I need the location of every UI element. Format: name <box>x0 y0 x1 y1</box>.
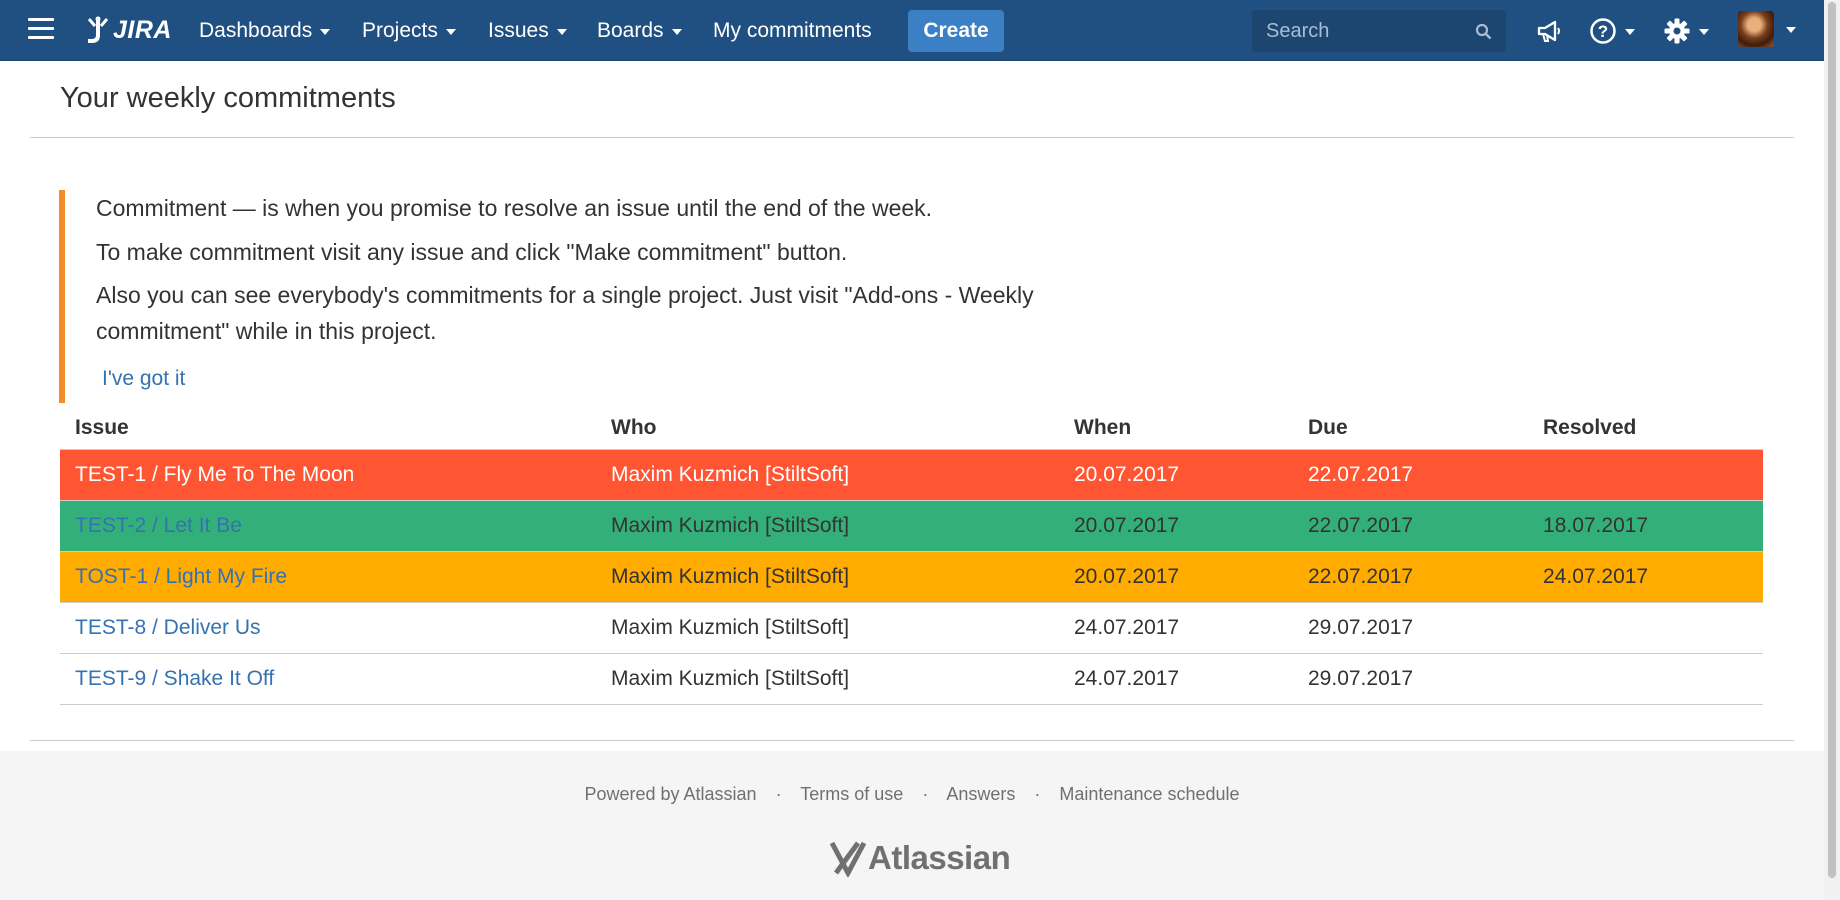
due-cell: 22.07.2017 <box>1293 500 1528 552</box>
help-icon: ? <box>1590 18 1616 44</box>
gear-icon <box>1664 18 1690 44</box>
column-header-who: Who <box>596 407 1059 450</box>
info-line-2: To make commitment visit any issue and c… <box>96 239 848 265</box>
chevron-down-icon <box>1625 29 1635 35</box>
avatar <box>1738 11 1774 47</box>
when-cell: 20.07.2017 <box>1059 449 1293 501</box>
page-title: Your weekly commitments <box>60 82 396 114</box>
issue-link[interactable]: TEST-2 / Let It Be <box>75 514 242 537</box>
when-cell: 20.07.2017 <box>1059 500 1293 552</box>
nav-boards-label: Boards <box>597 18 664 42</box>
nav-my-commitments[interactable]: My commitments <box>713 0 872 61</box>
footer-separator: · <box>775 784 782 804</box>
create-button[interactable]: Create <box>908 10 1004 52</box>
table-row: TOST-1 / Light My Fire Maxim Kuzmich [St… <box>60 551 1763 603</box>
nav-dashboards-label: Dashboards <box>199 18 313 42</box>
who-cell: Maxim Kuzmich [StiltSoft] <box>596 449 1059 501</box>
column-header-when: When <box>1059 407 1293 450</box>
issue-link[interactable]: TOST-1 / Light My Fire <box>75 565 287 588</box>
scrollbar-thumb[interactable] <box>1828 2 1836 878</box>
issue-cell: TOST-1 / Light My Fire <box>60 551 596 603</box>
chevron-down-icon <box>671 28 682 35</box>
nav-issues[interactable]: Issues <box>488 0 567 61</box>
jira-logo[interactable]: JIRA <box>85 13 172 47</box>
divider <box>30 740 1794 741</box>
table-header-row: Issue Who When Due Resolved <box>60 407 1763 450</box>
info-message: Commitment — is when you promise to reso… <box>59 190 1159 403</box>
nav-boards[interactable]: Boards <box>597 0 682 61</box>
table-row: TEST-1 / Fly Me To The Moon Maxim Kuzmic… <box>60 449 1763 501</box>
commitments-table: Issue Who When Due Resolved TEST-1 / Fly… <box>60 407 1763 705</box>
footer-separator: · <box>922 784 929 804</box>
resolved-cell: 18.07.2017 <box>1528 500 1763 552</box>
megaphone-icon <box>1537 20 1560 42</box>
footer-link-maintenance[interactable]: Maintenance schedule <box>1059 784 1239 804</box>
vertical-scrollbar[interactable] <box>1824 0 1840 900</box>
footer-link-terms[interactable]: Terms of use <box>800 784 903 804</box>
user-menu[interactable] <box>1738 11 1796 47</box>
dismiss-link[interactable]: I've got it <box>102 367 185 391</box>
footer-link-powered-by[interactable]: Powered by Atlassian <box>584 784 756 804</box>
chevron-down-icon <box>556 28 567 35</box>
atlassian-logo[interactable]: Atlassian <box>828 839 1011 877</box>
search-icon[interactable] <box>1475 23 1492 40</box>
issue-cell: TEST-8 / Deliver Us <box>60 602 596 654</box>
when-cell: 24.07.2017 <box>1059 602 1293 654</box>
svg-text:?: ? <box>1598 22 1608 41</box>
issue-cell: TEST-2 / Let It Be <box>60 500 596 552</box>
due-cell: 22.07.2017 <box>1293 449 1528 501</box>
when-cell: 24.07.2017 <box>1059 653 1293 705</box>
atlassian-logo-icon <box>829 841 867 877</box>
resolved-cell <box>1528 449 1763 501</box>
column-header-due: Due <box>1293 407 1528 450</box>
footer-links: Powered by Atlassian · Terms of use · An… <box>0 784 1824 805</box>
table-row: TEST-8 / Deliver Us Maxim Kuzmich [Stilt… <box>60 602 1763 654</box>
due-cell: 22.07.2017 <box>1293 551 1528 603</box>
issue-link[interactable]: TEST-9 / Shake It Off <box>75 667 274 690</box>
due-cell: 29.07.2017 <box>1293 653 1528 705</box>
when-cell: 20.07.2017 <box>1059 551 1293 603</box>
info-line-1: Commitment — is when you promise to reso… <box>96 195 933 221</box>
issue-link[interactable]: TEST-8 / Deliver Us <box>75 616 261 639</box>
nav-issues-label: Issues <box>488 18 549 42</box>
who-cell: Maxim Kuzmich [StiltSoft] <box>596 602 1059 654</box>
chevron-down-icon <box>445 28 456 35</box>
divider <box>30 137 1794 138</box>
chevron-down-icon <box>1699 29 1709 35</box>
nav-projects[interactable]: Projects <box>362 0 456 61</box>
settings-menu[interactable] <box>1663 14 1709 48</box>
chevron-down-icon <box>1786 27 1796 33</box>
footer: Powered by Atlassian · Terms of use · An… <box>0 751 1824 900</box>
due-cell: 29.07.2017 <box>1293 602 1528 654</box>
resolved-cell <box>1528 653 1763 705</box>
issue-cell: TEST-1 / Fly Me To The Moon <box>60 449 596 501</box>
table-row: TEST-2 / Let It Be Maxim Kuzmich [StiltS… <box>60 500 1763 552</box>
logo-text: JIRA <box>113 15 172 44</box>
nav-projects-label: Projects <box>362 18 438 42</box>
search-input[interactable]: Search <box>1252 10 1506 52</box>
column-header-resolved: Resolved <box>1528 407 1763 450</box>
who-cell: Maxim Kuzmich [StiltSoft] <box>596 551 1059 603</box>
footer-separator: · <box>1034 784 1041 804</box>
search-placeholder: Search <box>1266 19 1330 42</box>
resolved-cell: 24.07.2017 <box>1528 551 1763 603</box>
issue-cell: TEST-9 / Shake It Off <box>60 653 596 705</box>
top-navigation-bar: JIRA Dashboards Projects Issues Boards M… <box>0 0 1824 61</box>
notifications-button[interactable] <box>1536 14 1562 48</box>
nav-my-commitments-label: My commitments <box>713 18 872 42</box>
who-cell: Maxim Kuzmich [StiltSoft] <box>596 653 1059 705</box>
menu-icon[interactable] <box>28 18 54 42</box>
footer-link-answers[interactable]: Answers <box>946 784 1015 804</box>
chevron-down-icon <box>320 28 331 35</box>
nav-dashboards[interactable]: Dashboards <box>199 0 331 61</box>
who-cell: Maxim Kuzmich [StiltSoft] <box>596 500 1059 552</box>
column-header-issue: Issue <box>60 407 596 450</box>
help-menu[interactable]: ? <box>1589 14 1635 48</box>
atlassian-logo-text: Atlassian <box>868 839 1011 876</box>
issue-link[interactable]: TEST-1 / Fly Me To The Moon <box>75 463 354 486</box>
table-row: TEST-9 / Shake It Off Maxim Kuzmich [Sti… <box>60 653 1763 705</box>
resolved-cell <box>1528 602 1763 654</box>
info-line-3: Also you can see everybody's commitments… <box>96 282 1034 344</box>
jira-logo-icon <box>87 16 109 43</box>
